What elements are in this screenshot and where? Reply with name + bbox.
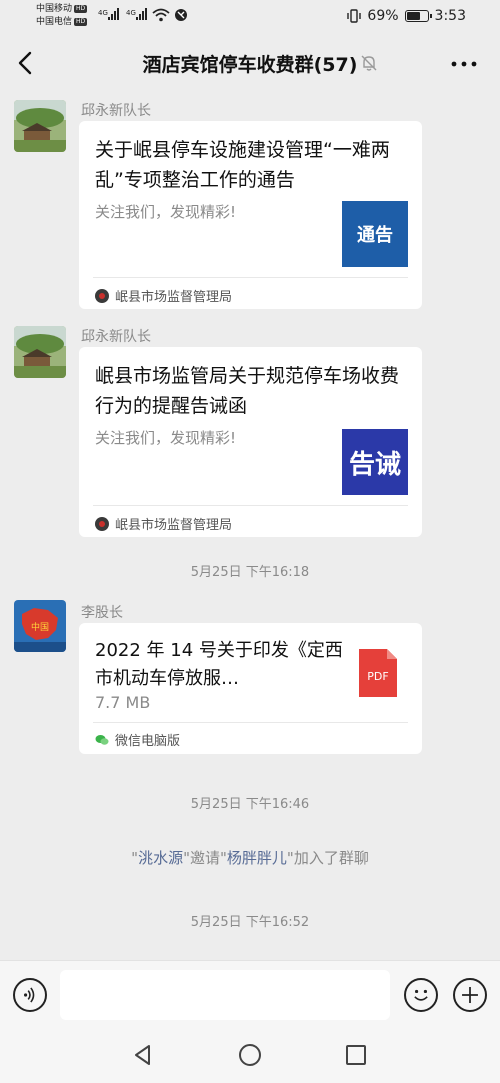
avatar[interactable] xyxy=(14,326,66,378)
sender-name: 邱永新队长 xyxy=(81,329,151,345)
signal-icon-1 xyxy=(108,8,119,20)
signal-icon-2 xyxy=(136,8,147,20)
article-thumbnail: 通告 xyxy=(342,201,408,267)
battery-icon xyxy=(404,10,432,22)
carrier-1: 中国移动 xyxy=(36,4,73,14)
pdf-label: PDF xyxy=(367,670,388,683)
divider xyxy=(93,722,408,723)
voice-icon[interactable] xyxy=(13,978,47,1012)
wifi-icon xyxy=(152,8,170,22)
source-name: 岷县市场监督管理局 xyxy=(115,290,233,305)
nfc-icon xyxy=(175,9,187,21)
hd-badge-2: HD xyxy=(74,17,88,26)
timestamp: 5月25日 下午16:18 xyxy=(190,565,310,580)
article-desc: 关注我们，发现精彩! xyxy=(95,203,237,221)
article-title: 岷县市场监管局关于规范停车场收费行为的提醒告诫函 xyxy=(95,365,400,417)
system-nav-bar xyxy=(0,1028,500,1083)
clock: 3:53 xyxy=(434,8,466,24)
sender-name: 李股长 xyxy=(81,605,123,621)
carrier-info: 中国移动 HD 中国电信 HD xyxy=(36,3,88,29)
notice-mid: "邀请" xyxy=(183,849,227,867)
file-source: 微信电脑版 xyxy=(95,730,180,749)
inviter-link[interactable]: 洮水源 xyxy=(138,849,183,867)
emoji-icon[interactable] xyxy=(404,978,438,1012)
divider xyxy=(93,505,408,506)
thumbnail-text: 告诫 xyxy=(348,449,401,480)
network-label-2: 4G xyxy=(126,9,136,17)
article-source: 岷县市场监督管理局 xyxy=(95,514,232,533)
article-thumbnail: 告诫 xyxy=(342,429,408,495)
battery-percent: 69% xyxy=(367,8,399,24)
status-bar: 中国移动 HD 中国电信 HD 4G 4G 69% 3:53 xyxy=(0,0,500,34)
file-size: 7.7 MB xyxy=(95,693,151,712)
notice-tail: "加入了群聊 xyxy=(286,849,369,867)
file-card[interactable]: 2022 年 14 号关于印发《定西市机动车停放服… 7.7 MB PDF 微信… xyxy=(79,623,422,754)
avatar[interactable]: 中国 xyxy=(14,600,66,652)
message-input[interactable] xyxy=(60,970,390,1020)
article-card[interactable]: 岷县市场监管局关于规范停车场收费行为的提醒告诫函 关注我们，发现精彩! 告诫 岷… xyxy=(79,347,422,537)
file-name: 2022 年 14 号关于印发《定西市机动车停放服… xyxy=(95,640,343,689)
article-source: 岷县市场监督管理局 xyxy=(95,286,232,305)
source-name: 岷县市场监督管理局 xyxy=(115,518,233,533)
more-dots-icon[interactable] xyxy=(450,54,478,74)
wechat-icon xyxy=(95,734,109,745)
pdf-file-icon: PDF xyxy=(359,649,397,697)
article-card[interactable]: 关于岷县停车设施建设管理“一难两乱”专项整治工作的通告 关注我们，发现精彩! 通… xyxy=(79,121,422,309)
network-label-1: 4G xyxy=(98,9,108,17)
chat-header: 酒店宾馆停车收费群(57) xyxy=(0,34,500,92)
status-right: 69% 3:53 xyxy=(347,8,466,24)
avatar-glyph: 中国 xyxy=(31,621,49,633)
input-bar xyxy=(0,960,500,1028)
article-title: 关于岷县停车设施建设管理“一难两乱”专项整治工作的通告 xyxy=(95,139,390,191)
bell-muted-icon xyxy=(361,55,377,71)
nav-home-icon[interactable] xyxy=(239,1044,261,1066)
gov-emblem-icon xyxy=(95,516,109,531)
plus-icon[interactable] xyxy=(453,978,487,1012)
invitee-link[interactable]: 杨胖胖儿 xyxy=(227,849,287,867)
chat-title: 酒店宾馆停车收费群(57) xyxy=(142,54,358,76)
carrier-2: 中国电信 xyxy=(36,17,73,27)
sender-name: 邱永新队长 xyxy=(81,103,151,119)
gov-emblem-icon xyxy=(95,288,109,303)
article-desc: 关注我们，发现精彩! xyxy=(95,429,237,447)
avatar[interactable] xyxy=(14,100,66,152)
timestamp: 5月25日 下午16:52 xyxy=(190,915,310,930)
thumbnail-text: 通告 xyxy=(357,225,393,246)
timestamp: 5月25日 下午16:46 xyxy=(190,797,310,812)
vibrate-icon xyxy=(347,9,362,23)
battery-fill xyxy=(406,12,420,20)
nav-recent-icon[interactable] xyxy=(346,1045,366,1065)
nav-back-icon[interactable] xyxy=(132,1044,154,1066)
source-name: 微信电脑版 xyxy=(115,734,181,749)
hd-badge-1: HD xyxy=(74,4,88,13)
system-notice: "洮水源"邀请"杨胖胖儿"加入了群聊 xyxy=(0,847,500,868)
divider xyxy=(93,277,408,278)
